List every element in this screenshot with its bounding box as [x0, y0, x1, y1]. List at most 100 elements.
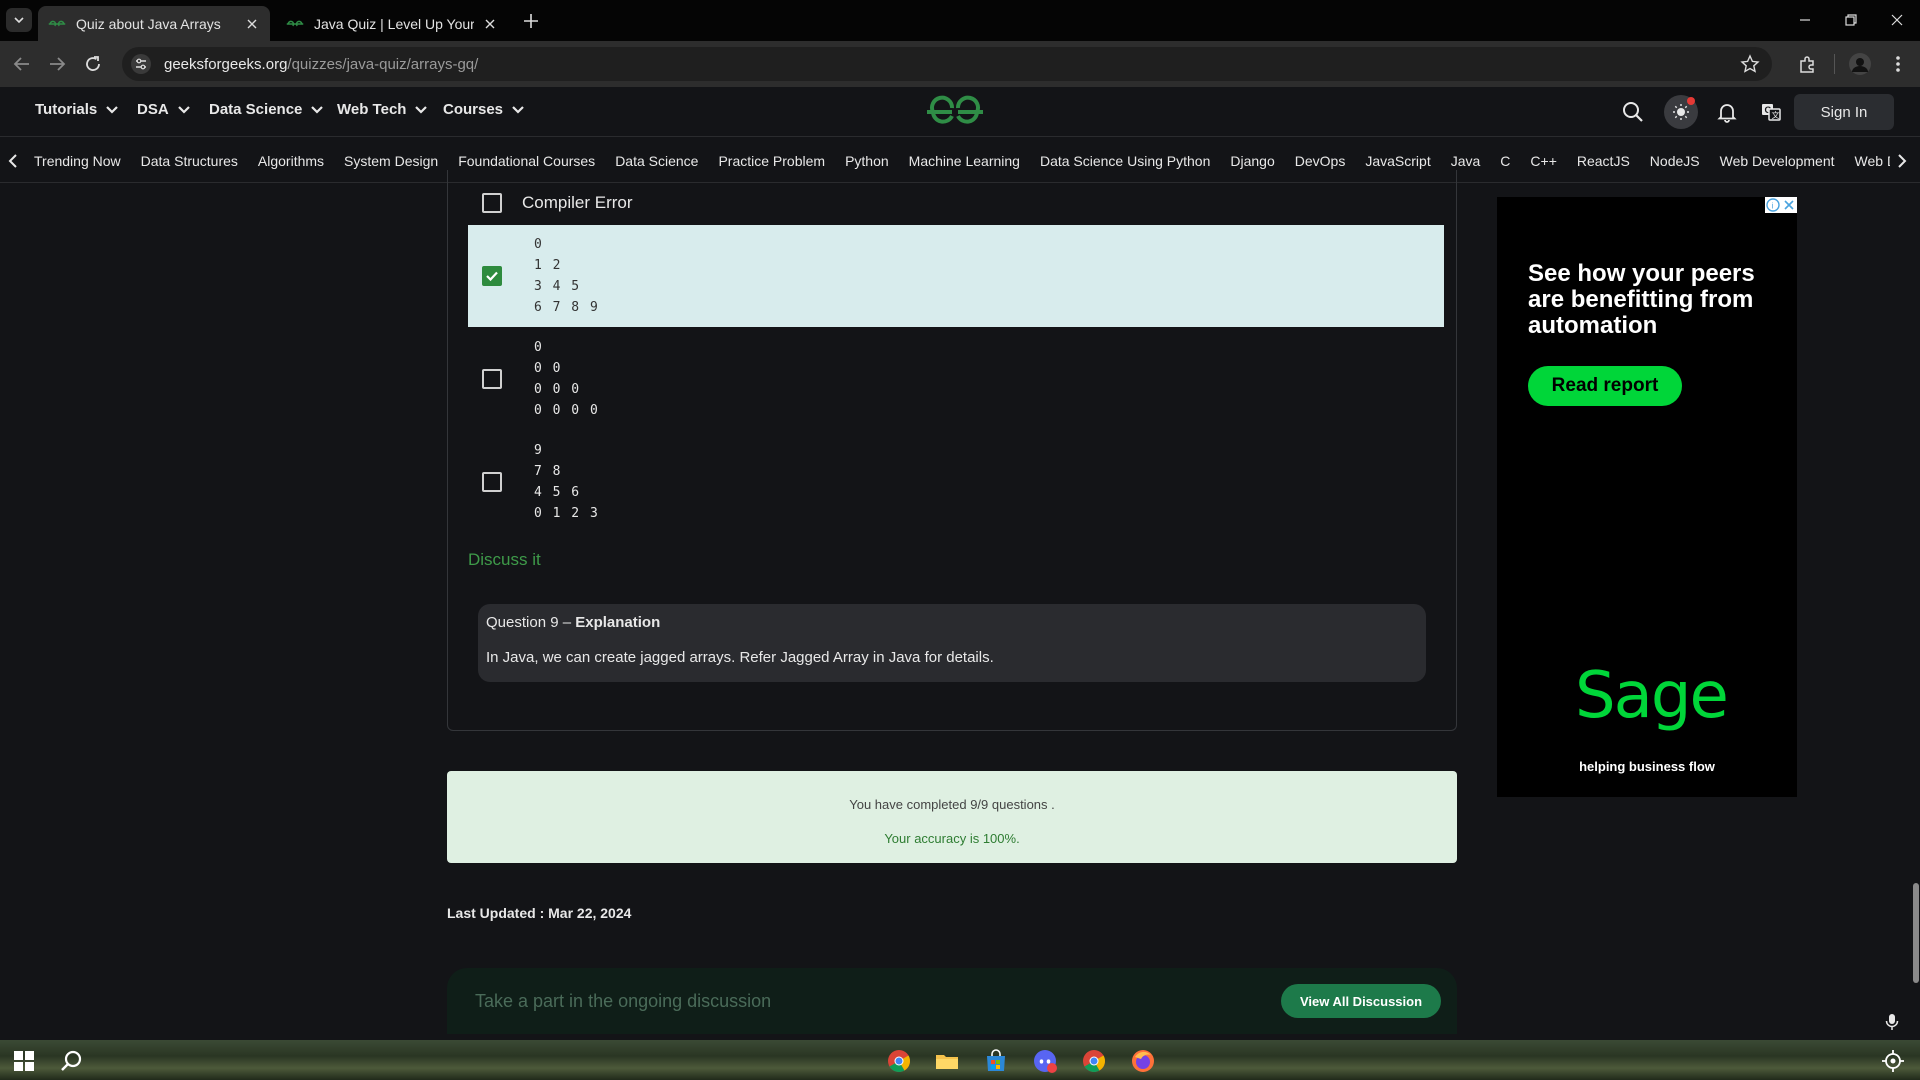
topic-web-development[interactable]: Web Development — [1710, 153, 1845, 169]
close-window-icon[interactable] — [1886, 9, 1908, 31]
discussion-bar: Take a part in the ongoing discussion Vi… — [447, 968, 1457, 1034]
gfg-favicon-icon — [48, 20, 66, 26]
scrollbar-thumb[interactable] — [1913, 883, 1919, 983]
topic-devops[interactable]: DevOps — [1285, 153, 1356, 169]
accuracy-text: Your accuracy is 100%. — [884, 831, 1020, 846]
tab-title: Java Quiz | Level Up Your Java S — [314, 15, 474, 32]
extensions-icon[interactable] — [1796, 52, 1820, 76]
discord-icon[interactable] — [1032, 1048, 1058, 1074]
gfg-logo-icon[interactable] — [925, 95, 985, 129]
theme-toggle-button[interactable] — [1664, 95, 1698, 129]
firefox-icon[interactable] — [1130, 1048, 1156, 1074]
taskbar-search-icon[interactable] — [59, 1048, 85, 1074]
sign-in-button[interactable]: Sign In — [1794, 94, 1894, 130]
address-bar[interactable]: geeksforgeeks.org/quizzes/java-quiz/arra… — [122, 47, 1772, 81]
topic-web-design[interactable]: Web Design — [1845, 153, 1890, 169]
chevron-down-icon — [106, 105, 119, 114]
explanation-body: In Java, we can create jagged arrays. Re… — [486, 649, 994, 666]
menu-label: Tutorials — [35, 101, 98, 118]
chevron-down-icon — [415, 105, 428, 114]
browser-tab-active[interactable]: Quiz about Java Arrays — [38, 6, 270, 41]
option-checkbox[interactable] — [482, 193, 502, 213]
topic-data-science-using-python[interactable]: Data Science Using Python — [1030, 153, 1220, 169]
browser-tab-bar: Quiz about Java Arrays Java Quiz | Level… — [0, 0, 1920, 41]
menu-label: Data Science — [209, 101, 303, 118]
option-checkbox-checked[interactable] — [482, 266, 502, 286]
back-icon[interactable] — [10, 52, 34, 76]
microphone-icon[interactable] — [1884, 1013, 1900, 1031]
ad-close-icon[interactable] — [1781, 197, 1797, 213]
bookmark-star-icon[interactable] — [1740, 54, 1760, 74]
advertisement[interactable]: i See how your peers are benefitting fro… — [1497, 197, 1797, 797]
topic-cpp[interactable]: C++ — [1520, 153, 1566, 169]
topic-system-design[interactable]: System Design — [334, 153, 448, 169]
ad-choices-icon[interactable]: i — [1765, 197, 1797, 213]
menu-courses[interactable]: Courses — [443, 101, 525, 118]
topic-machine-learning[interactable]: Machine Learning — [899, 153, 1030, 169]
menu-web-tech[interactable]: Web Tech — [337, 101, 428, 118]
tab-search-button[interactable] — [6, 8, 32, 32]
option-label: Compiler Error — [522, 193, 633, 212]
option-reversed[interactable]: 9 7 8 4 5 6 0 1 2 3 — [468, 431, 1444, 533]
translate-icon[interactable]: G文 — [1758, 99, 1784, 125]
topic-data-structures[interactable]: Data Structures — [131, 153, 248, 169]
result-box: You have completed 9/9 questions . Your … — [447, 771, 1457, 863]
option-all-zeros[interactable]: 0 0 0 0 0 0 0 0 0 0 — [468, 328, 1444, 430]
topic-data-science[interactable]: Data Science — [605, 153, 708, 169]
view-all-discussion-button[interactable]: View All Discussion — [1281, 984, 1441, 1018]
explanation-heading: Question 9 – Explanation — [486, 614, 1418, 631]
explanation-title: Explanation — [575, 614, 661, 631]
ad-brand-logo: Sage — [1575, 659, 1729, 733]
topic-practice-problem[interactable]: Practice Problem — [708, 153, 835, 169]
discussion-input[interactable]: Take a part in the ongoing discussion — [475, 991, 771, 1012]
topic-java[interactable]: Java — [1441, 153, 1491, 169]
ad-cta-button[interactable]: Read report — [1528, 366, 1682, 406]
chrome-icon[interactable] — [1081, 1048, 1107, 1074]
discuss-it-link[interactable]: Discuss it — [468, 550, 541, 570]
chevron-left-icon[interactable] — [3, 151, 23, 171]
close-tab-icon[interactable] — [482, 16, 498, 32]
microsoft-store-icon[interactable] — [983, 1048, 1009, 1074]
windows-start-icon[interactable] — [11, 1048, 37, 1074]
menu-dsa[interactable]: DSA — [137, 101, 191, 118]
topic-python[interactable]: Python — [835, 153, 899, 169]
menu-data-science[interactable]: Data Science — [209, 101, 324, 118]
option-checkbox[interactable] — [482, 472, 502, 492]
file-explorer-icon[interactable] — [934, 1048, 960, 1074]
option-compiler-error[interactable]: Compiler Error — [468, 188, 1444, 218]
url-host: geeksforgeeks.org — [164, 55, 288, 73]
topic-algorithms[interactable]: Algorithms — [248, 153, 334, 169]
reload-icon[interactable] — [81, 52, 105, 76]
new-tab-icon[interactable] — [520, 10, 542, 32]
browser-tab[interactable]: Java Quiz | Level Up Your Java S — [276, 6, 508, 41]
restore-icon[interactable] — [1840, 9, 1862, 31]
option-checkbox[interactable] — [482, 369, 502, 389]
profile-avatar-icon[interactable] — [1848, 52, 1872, 76]
close-tab-icon[interactable] — [244, 16, 260, 32]
more-menu-icon[interactable] — [1886, 52, 1910, 76]
option-correct-selected[interactable]: 0 1 2 3 4 5 6 7 8 9 — [468, 225, 1444, 327]
topic-javascript[interactable]: JavaScript — [1355, 153, 1440, 169]
topic-foundational-courses[interactable]: Foundational Courses — [448, 153, 605, 169]
chrome-icon[interactable] — [886, 1048, 912, 1074]
chevron-down-icon — [311, 105, 324, 114]
page-scrollbar[interactable] — [1912, 183, 1920, 1038]
topic-c[interactable]: C — [1490, 153, 1520, 169]
completion-text: You have completed 9/9 questions . — [849, 797, 1055, 812]
forward-icon[interactable] — [45, 52, 69, 76]
topic-reactjs[interactable]: ReactJS — [1567, 153, 1640, 169]
search-icon[interactable] — [1620, 99, 1646, 125]
minimize-icon[interactable] — [1794, 9, 1816, 31]
checkmark-icon — [486, 271, 498, 282]
location-icon[interactable] — [1880, 1048, 1906, 1074]
topic-trending-now[interactable]: Trending Now — [24, 153, 131, 169]
topic-nodejs[interactable]: NodeJS — [1640, 153, 1710, 169]
bell-icon[interactable] — [1714, 99, 1740, 125]
chevron-right-icon[interactable] — [1892, 151, 1912, 171]
ad-headline: See how your peers are benefitting from … — [1528, 260, 1755, 339]
site-info-icon[interactable] — [130, 53, 152, 75]
menu-label: DSA — [137, 101, 169, 118]
menu-tutorials[interactable]: Tutorials — [35, 101, 119, 118]
ad-tagline: helping business flow — [1579, 759, 1715, 774]
topic-django[interactable]: Django — [1220, 153, 1284, 169]
